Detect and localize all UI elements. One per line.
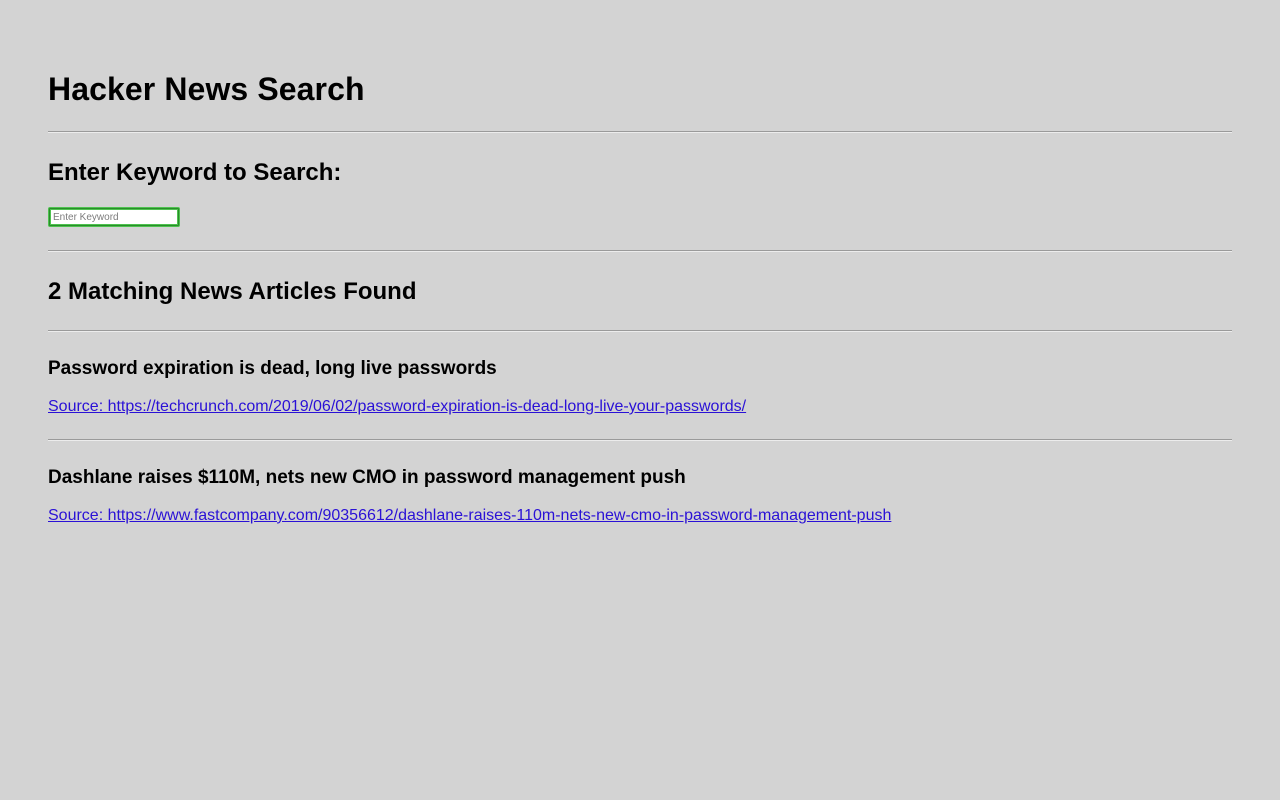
article-title: Dashlane raises $110M, nets new CMO in p… <box>48 467 686 488</box>
divider <box>48 131 1232 133</box>
divider <box>48 330 1232 332</box>
page-title: Hacker News Search <box>48 71 365 107</box>
search-heading: Enter Keyword to Search: <box>48 159 342 186</box>
divider <box>48 439 1232 441</box>
article-source-link[interactable]: Source: https://techcrunch.com/2019/06/0… <box>48 397 746 417</box>
article-source-link[interactable]: Source: https://www.fastcompany.com/9035… <box>48 506 891 526</box>
keyword-search-input[interactable] <box>48 207 180 227</box>
page: Hacker News Search Enter Keyword to Sear… <box>0 0 1280 800</box>
article-title: Password expiration is dead, long live p… <box>48 358 497 379</box>
article-item: Dashlane raises $110M, nets new CMO in p… <box>48 467 1232 526</box>
results-count-heading: 2 Matching News Articles Found <box>48 278 417 305</box>
divider <box>48 250 1232 252</box>
article-item: Password expiration is dead, long live p… <box>48 358 1232 417</box>
search-input-wrapper <box>48 207 1232 227</box>
